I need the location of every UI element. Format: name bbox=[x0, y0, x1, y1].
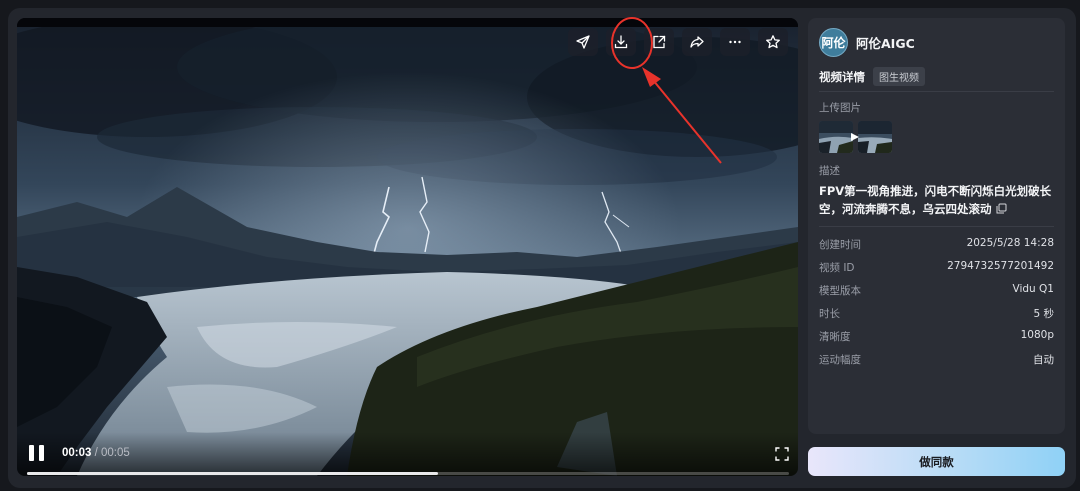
upload-thumbnails bbox=[819, 121, 892, 153]
share-icon bbox=[690, 36, 704, 48]
video-frame-storm-scene bbox=[17, 27, 798, 476]
more-button[interactable] bbox=[720, 28, 750, 56]
meta-row: 清晰度 1080p bbox=[819, 329, 1054, 344]
star-icon bbox=[766, 35, 780, 49]
video-toolbar bbox=[568, 28, 788, 56]
video-top-bar bbox=[17, 18, 798, 27]
meta-value: 2794732577201492 bbox=[947, 260, 1054, 272]
description-label: 描述 bbox=[819, 165, 840, 177]
pause-icon-bar bbox=[29, 445, 34, 461]
more-icon bbox=[729, 40, 741, 44]
meta-value: 自动 bbox=[1033, 354, 1054, 366]
description-text: FPV第一视角推进，闪电不断闪烁白光划破长空，河流奔腾不息，乌云四处滚动 bbox=[819, 184, 1052, 216]
meta-value: 5 秒 bbox=[1033, 308, 1054, 320]
upload-label: 上传图片 bbox=[819, 102, 861, 114]
current-time: 00:03 bbox=[62, 447, 92, 459]
pause-button[interactable] bbox=[29, 445, 45, 463]
meta-row: 时长 5 秒 bbox=[819, 306, 1054, 321]
share-button[interactable] bbox=[682, 28, 712, 56]
time-separator: / bbox=[91, 447, 102, 459]
upload-thumbnail[interactable] bbox=[858, 121, 892, 153]
description: FPV第一视角推进，闪电不断闪烁白光划破长空，河流奔腾不息，乌云四处滚动 bbox=[819, 182, 1055, 218]
video-controls: 00:03 / 00:05 bbox=[17, 432, 798, 476]
author-name[interactable]: 阿伦AIGC bbox=[856, 33, 915, 52]
meta-row: 视频 ID 2794732577201492 bbox=[819, 260, 1054, 275]
type-tag: 图生视频 bbox=[873, 67, 925, 86]
send-button[interactable] bbox=[568, 28, 598, 56]
detail-title: 视频详情 bbox=[819, 69, 865, 84]
download-button[interactable] bbox=[606, 28, 636, 56]
detail-header: 视频详情 图生视频 bbox=[819, 67, 925, 86]
meta-key: 视频 ID bbox=[819, 262, 855, 274]
play-arrow-icon bbox=[851, 133, 859, 141]
detail-panel: 阿伦 阿伦AIGC 视频详情 图生视频 上传图片 描述 FPV第一视角推进，闪电… bbox=[808, 18, 1065, 434]
meta-value: 1080p bbox=[1020, 329, 1054, 341]
author[interactable]: 阿伦 阿伦AIGC bbox=[819, 28, 915, 57]
meta-row: 创建时间 2025/5/28 14:28 bbox=[819, 237, 1054, 252]
meta-key: 运动幅度 bbox=[819, 354, 861, 366]
thumbnail-image bbox=[819, 121, 853, 153]
meta-key: 清晰度 bbox=[819, 331, 851, 343]
upload-thumbnail[interactable] bbox=[819, 121, 853, 153]
make-same-button[interactable]: 做同款 bbox=[808, 447, 1065, 476]
meta-row: 模型版本 Vidu Q1 bbox=[819, 283, 1054, 298]
download-icon bbox=[614, 35, 628, 49]
progress-bar[interactable] bbox=[27, 472, 789, 475]
progress-fill bbox=[27, 472, 439, 475]
export-icon bbox=[653, 35, 666, 49]
favorite-button[interactable] bbox=[758, 28, 788, 56]
avatar[interactable]: 阿伦 bbox=[819, 28, 848, 57]
meta-key: 创建时间 bbox=[819, 239, 861, 251]
thumbnail-image bbox=[858, 121, 892, 153]
export-button[interactable] bbox=[644, 28, 674, 56]
meta-row: 运动幅度 自动 bbox=[819, 352, 1054, 367]
copy-icon[interactable] bbox=[996, 203, 1007, 214]
meta-key: 模型版本 bbox=[819, 285, 861, 297]
divider bbox=[819, 226, 1054, 227]
fullscreen-icon[interactable] bbox=[775, 447, 789, 461]
timecode: 00:03 / 00:05 bbox=[62, 447, 130, 459]
video-player[interactable]: 00:03 / 00:05 bbox=[17, 18, 798, 476]
meta-value: 2025/5/28 14:28 bbox=[966, 237, 1054, 249]
meta-value: Vidu Q1 bbox=[1012, 283, 1054, 295]
send-icon bbox=[576, 35, 590, 49]
meta-key: 时长 bbox=[819, 308, 840, 320]
divider bbox=[819, 91, 1054, 92]
pause-icon-bar bbox=[39, 445, 44, 461]
total-time: 00:05 bbox=[101, 447, 130, 459]
